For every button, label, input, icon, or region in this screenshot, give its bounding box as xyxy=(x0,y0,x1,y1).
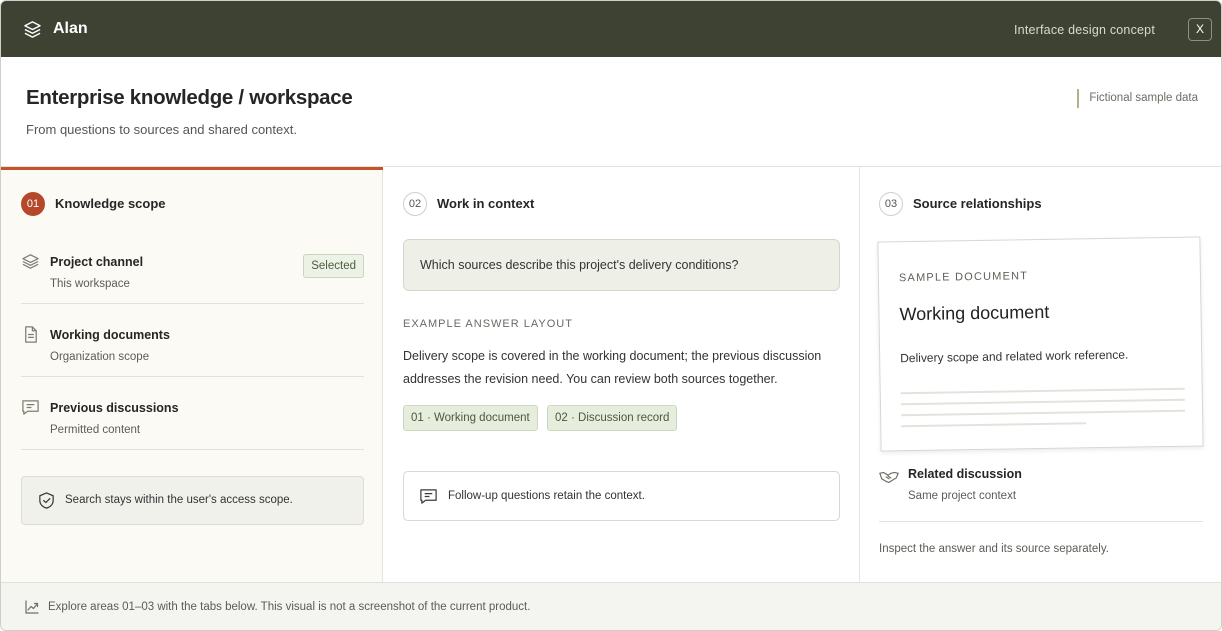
scope-item-working-documents[interactable]: Working documents Organization scope xyxy=(21,304,364,377)
scope-item-desc: Permitted content xyxy=(50,424,141,436)
trend-chart-icon xyxy=(25,600,39,614)
answer-label: EXAMPLE ANSWER LAYOUT xyxy=(403,318,573,330)
step-title-knowledge-scope: Knowledge scope xyxy=(55,196,166,211)
scope-item-desc: This workspace xyxy=(50,278,130,290)
document-text-line xyxy=(901,409,1186,417)
page-header: Enterprise knowledge / workspace From qu… xyxy=(1,57,1221,167)
document-text-line xyxy=(900,398,1185,406)
divider xyxy=(879,521,1203,522)
followup-text: Follow-up questions retain the context. xyxy=(448,490,645,502)
top-bar: Alan Interface design concept X xyxy=(1,1,1221,57)
scope-item-desc: Organization scope xyxy=(50,351,150,363)
selected-badge: Selected xyxy=(303,254,364,278)
scope-item-previous-discussions[interactable]: Previous discussions Permitted content xyxy=(21,377,364,450)
document-text-line xyxy=(901,422,1087,428)
layers-icon xyxy=(22,254,39,269)
related-discussion-title[interactable]: Related discussion xyxy=(908,467,1022,481)
step-title-source-relationships: Source relationships xyxy=(913,196,1042,211)
step-number-02[interactable]: 02 xyxy=(403,192,427,216)
document-desc: Delivery scope and related work referenc… xyxy=(900,347,1129,366)
chat-icon xyxy=(22,400,39,415)
document-title: Working document xyxy=(899,301,1050,325)
followup-note: Follow-up questions retain the context. xyxy=(403,471,840,521)
source-relationships-panel: 03 Source relationships SAMPLE DOCUMENT … xyxy=(860,167,1221,582)
document-text-line xyxy=(900,387,1185,395)
step-number-01[interactable]: 01 xyxy=(21,192,45,216)
document-eyebrow: SAMPLE DOCUMENT xyxy=(898,270,1029,285)
handshake-icon xyxy=(879,471,899,484)
chat-icon xyxy=(420,489,437,504)
concept-label: Interface design concept xyxy=(1014,23,1155,37)
document-icon xyxy=(25,326,37,343)
step-number-03[interactable]: 03 xyxy=(879,192,903,216)
work-in-context-panel: 02 Work in context Which sources describ… xyxy=(383,167,860,582)
question-bubble: Which sources describe this project's de… xyxy=(403,239,840,291)
scope-item-label: Project channel xyxy=(50,255,144,269)
layers-logo-icon xyxy=(24,21,41,38)
answer-body: Delivery scope is covered in the working… xyxy=(403,345,840,391)
footer-text: Explore areas 01–03 with the tabs below.… xyxy=(48,601,531,613)
knowledge-scope-panel: 01 Knowledge scope Project channel This … xyxy=(1,167,383,582)
page-subtitle: From questions to sources and shared con… xyxy=(26,122,297,137)
footer: Explore areas 01–03 with the tabs below.… xyxy=(1,582,1221,630)
page-title: Enterprise knowledge / workspace xyxy=(26,86,353,109)
access-scope-note: Search stays within the user's access sc… xyxy=(21,476,364,525)
answer-line: Delivery scope is covered in the working… xyxy=(403,349,822,363)
inspect-note: Inspect the answer and its source separa… xyxy=(879,543,1109,555)
app-name: Alan xyxy=(53,20,88,37)
sample-data-tag: Fictional sample data xyxy=(1077,89,1198,108)
citation-discussion-record[interactable]: 02 · Discussion record xyxy=(547,405,678,431)
app-window: Alan Interface design concept X Enterpri… xyxy=(0,0,1222,631)
citation-working-document[interactable]: 01 · Working document xyxy=(403,405,538,431)
scope-item-project-channel[interactable]: Project channel This workspace Selected xyxy=(21,231,364,304)
sample-document-card[interactable]: SAMPLE DOCUMENT Working document Deliver… xyxy=(877,236,1204,452)
question-text: Which sources describe this project's de… xyxy=(420,258,739,272)
related-discussion-desc: Same project context xyxy=(908,490,1017,502)
access-note-text: Search stays within the user's access sc… xyxy=(65,494,293,506)
active-tab-indicator xyxy=(1,167,383,170)
answer-line: addresses the revision need. You can rev… xyxy=(403,372,778,386)
step-title-work-in-context: Work in context xyxy=(437,196,535,211)
scope-item-label: Working documents xyxy=(50,328,170,342)
close-button[interactable]: X xyxy=(1188,18,1212,41)
shield-check-icon xyxy=(39,492,54,509)
scope-item-label: Previous discussions xyxy=(50,401,179,415)
